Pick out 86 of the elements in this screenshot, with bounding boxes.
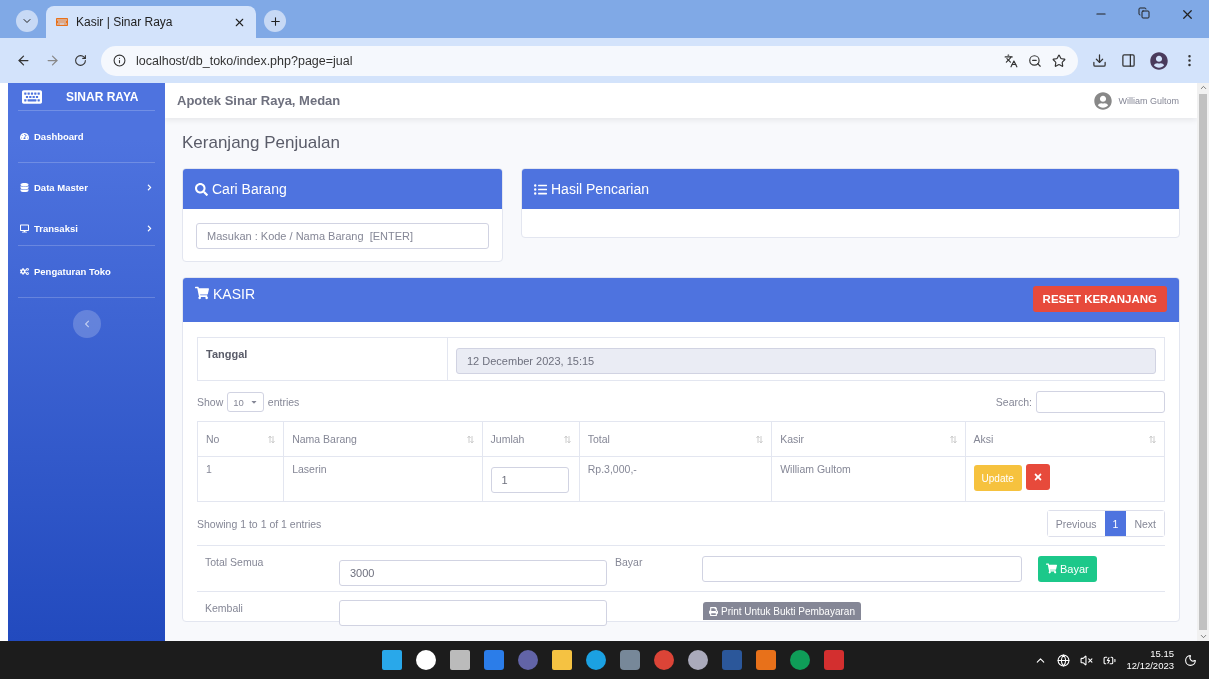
column-header[interactable]: Total bbox=[579, 421, 772, 457]
zoom-icon[interactable] bbox=[1028, 53, 1042, 68]
column-header[interactable]: Nama Barang bbox=[283, 421, 483, 457]
tab-title: Kasir | Sinar Raya bbox=[76, 15, 174, 29]
change-field[interactable] bbox=[339, 600, 607, 626]
profile-icon[interactable] bbox=[1150, 51, 1168, 70]
search-label: Search: bbox=[995, 396, 1032, 408]
show-label: Show bbox=[197, 396, 224, 408]
plus-icon bbox=[268, 14, 282, 28]
sort-icon bbox=[949, 434, 957, 444]
sidebar-item[interactable]: Data Master bbox=[18, 163, 155, 211]
date-field[interactable]: 12 December 2023, 15:15 bbox=[456, 348, 1156, 374]
sort-icon bbox=[268, 434, 276, 444]
sidebar-item[interactable]: Transaksi bbox=[18, 211, 155, 246]
back-icon[interactable] bbox=[16, 53, 31, 68]
chevron-left-icon bbox=[82, 320, 91, 328]
page-button[interactable]: 1 bbox=[1104, 511, 1127, 536]
close-icon bbox=[1032, 471, 1043, 482]
download-icon[interactable] bbox=[1092, 53, 1107, 68]
page-title: Keranjang Penjualan bbox=[182, 133, 341, 153]
sort-icon bbox=[1149, 434, 1156, 444]
quantity-field[interactable]: 1 bbox=[490, 467, 569, 493]
pay-field[interactable] bbox=[702, 555, 1022, 582]
sort-icon bbox=[756, 434, 764, 444]
card-title: KASIR bbox=[213, 286, 255, 302]
sidebar-item[interactable]: Pengaturan Toko bbox=[18, 246, 155, 298]
table-cell: 1 bbox=[197, 456, 284, 502]
entries-label: entries bbox=[267, 396, 300, 408]
column-header[interactable]: No bbox=[197, 421, 284, 457]
site-icon bbox=[56, 16, 68, 28]
restore-icon[interactable] bbox=[1138, 6, 1150, 19]
page-length-select[interactable]: 10 bbox=[227, 392, 264, 412]
forward-icon[interactable] bbox=[45, 53, 60, 68]
column-header[interactable]: Jumlah bbox=[482, 421, 580, 457]
brand-name: SINAR RAYA bbox=[66, 89, 139, 104]
card-title: Cari Barang bbox=[212, 181, 287, 197]
card-title: Hasil Pencarian bbox=[551, 181, 650, 197]
volume-icon[interactable] bbox=[1080, 653, 1094, 667]
table-cell: William Gultom bbox=[771, 456, 966, 502]
network-icon[interactable] bbox=[1057, 653, 1071, 667]
cart-icon bbox=[1046, 563, 1057, 574]
info-icon[interactable] bbox=[113, 54, 126, 67]
list-icon bbox=[534, 182, 547, 196]
table-search-field[interactable] bbox=[1036, 391, 1165, 413]
scroll-down-icon[interactable] bbox=[1198, 632, 1208, 641]
date-label: Tanggal bbox=[198, 338, 448, 380]
print-button[interactable]: Print Untuk Bukti Pembayaran bbox=[703, 602, 861, 620]
caret-icon bbox=[249, 398, 258, 406]
header-title: Apotek Sinar Raya, Medan bbox=[177, 93, 342, 108]
change-label: Kembali bbox=[204, 601, 244, 614]
url-text: localhost/db_toko/index.php?page=jual bbox=[136, 53, 354, 68]
menu-item-icon bbox=[20, 223, 29, 233]
menu-item-icon bbox=[20, 182, 29, 192]
bookmark-icon[interactable] bbox=[1052, 53, 1066, 68]
moon-icon[interactable] bbox=[1184, 653, 1197, 667]
cart-icon bbox=[195, 286, 209, 300]
sort-icon bbox=[563, 434, 571, 444]
scrollbar[interactable] bbox=[1197, 83, 1209, 641]
translate-icon[interactable] bbox=[1004, 53, 1018, 68]
side-panel-icon[interactable] bbox=[1121, 53, 1136, 68]
search-field[interactable]: Masukan : Kode / Nama Barang [ENTER] bbox=[196, 223, 489, 249]
column-header[interactable]: Kasir bbox=[771, 421, 966, 457]
user-name[interactable]: William Gultom bbox=[1118, 95, 1179, 106]
pay-button[interactable]: Bayar bbox=[1038, 555, 1097, 582]
reset-cart-button[interactable]: RESET KERANJANG bbox=[1032, 286, 1167, 312]
menu-item-icon bbox=[20, 267, 29, 276]
sort-icon bbox=[466, 434, 474, 444]
reload-icon[interactable] bbox=[74, 54, 87, 67]
pay-label: Bayar bbox=[614, 555, 644, 568]
delete-button[interactable] bbox=[1025, 463, 1050, 490]
menu-item-icon bbox=[20, 132, 29, 141]
browser-tab[interactable]: Kasir | Sinar Raya bbox=[46, 6, 256, 38]
column-header[interactable]: Aksi bbox=[965, 421, 1165, 457]
table-cell: Laserin bbox=[283, 456, 483, 502]
total-field[interactable]: 3000 bbox=[339, 559, 607, 586]
table-info: Showing 1 to 1 of 1 entries bbox=[197, 517, 322, 530]
table-cell: Rp.3,000,- bbox=[579, 456, 772, 502]
address-bar[interactable]: localhost/db_toko/index.php?page=jual bbox=[101, 45, 1078, 76]
clock[interactable]: 15.15 12/12/2023 bbox=[1126, 648, 1174, 672]
scroll-up-icon[interactable] bbox=[1198, 83, 1208, 92]
printer-icon bbox=[709, 606, 718, 616]
avatar-icon[interactable] bbox=[1094, 91, 1113, 110]
sidebar-item[interactable]: Dashboard bbox=[18, 111, 155, 163]
new-tab-button[interactable] bbox=[264, 10, 286, 32]
sidebar-toggle-button[interactable] bbox=[72, 310, 101, 338]
total-label: Total Semua bbox=[204, 555, 265, 568]
